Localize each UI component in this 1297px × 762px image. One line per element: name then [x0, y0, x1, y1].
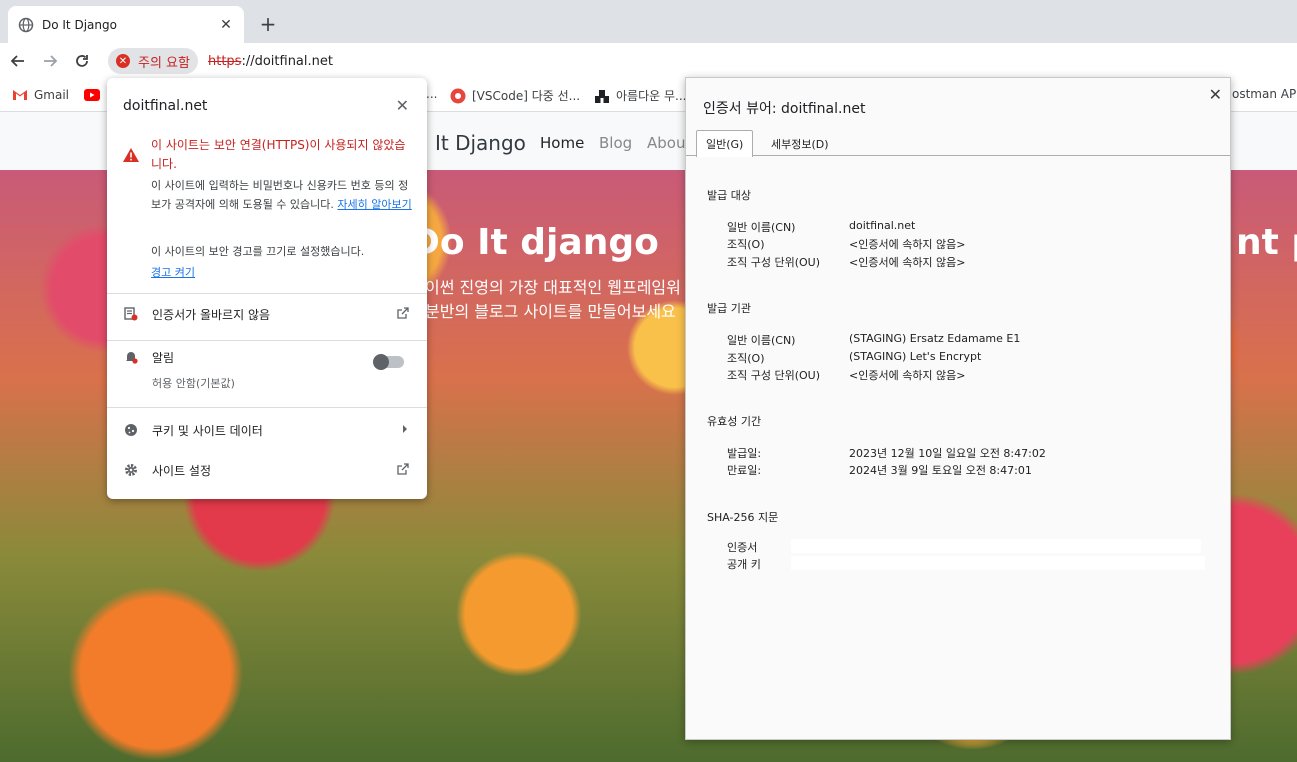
bell-blocked-icon — [123, 349, 139, 365]
issued-to-ou-label: 조직 구성 단위(OU) — [727, 256, 821, 269]
youtube-icon — [84, 87, 100, 103]
nav-home[interactable]: Home — [540, 134, 584, 152]
gmail-icon — [12, 87, 28, 103]
expires-on-label: 만료일: — [727, 464, 762, 477]
nav-about[interactable]: Abou — [647, 134, 685, 152]
certificate-error-icon — [123, 306, 139, 322]
divider — [107, 407, 427, 408]
issued-on-label: 발급일: — [727, 447, 762, 460]
issued-to-ou-value: <인증서에 속하지 않음> — [849, 256, 966, 269]
bookmark-beautiful[interactable]: 아름다운 무... — [594, 87, 686, 104]
certificate-invalid-row[interactable]: 인증서가 올바르지 않음 — [107, 294, 427, 334]
learn-more-link[interactable]: 자세히 알아보기 — [337, 198, 411, 211]
bookmark-vscode[interactable]: [VSCode] 다중 선... — [450, 87, 580, 104]
browser-toolbar: ✕ 주의 요함 https://doitfinal.net — [0, 43, 1297, 78]
hero-subtitle-1: 이썬 진영의 가장 대표적인 웹프레임워 — [425, 278, 681, 297]
issued-to-cn-value: doitfinal.net — [849, 219, 916, 232]
issued-by-title: 발급 기관 — [707, 302, 751, 315]
toggle-knob — [373, 354, 389, 370]
enable-warnings-link[interactable]: 경고 켜기 — [151, 264, 195, 280]
validity-title: 유효성 기간 — [707, 415, 762, 428]
site-brand[interactable]: It Django — [435, 131, 526, 155]
tab-general[interactable]: 일반(G) — [696, 130, 754, 157]
issued-by-cn-label: 일반 이름(CN) — [727, 334, 796, 347]
issued-by-ou-value: <인증서에 속하지 않음> — [849, 369, 966, 382]
cookies-row[interactable]: 쿠키 및 사이트 데이터 — [107, 410, 427, 450]
security-warning-body: 이 사이트에 입력하는 비밀번호나 신용카드 번호 등의 정보가 공격자에 의해… — [151, 179, 412, 211]
globe-icon — [18, 17, 34, 33]
issued-to-cn-label: 일반 이름(CN) — [727, 221, 796, 234]
gear-icon — [123, 462, 139, 478]
reload-icon — [76, 54, 88, 67]
tab-strip: Do It Django ✕ + — [0, 0, 1297, 43]
fingerprint-pubkey-label: 공개 키 — [727, 558, 761, 571]
bookmark-gmail[interactable]: Gmail — [12, 87, 69, 103]
url-host: ://doitfinal.net — [241, 53, 333, 69]
nav-blog[interactable]: Blog — [599, 134, 632, 152]
tab-details[interactable]: 세부정보(D) — [762, 131, 838, 157]
issued-by-o-label: 조직(O) — [727, 352, 765, 365]
site-info-popup: doitfinal.net ✕ 이 사이트는 보안 연결(HTTPS)이 사용되… — [107, 78, 427, 499]
hero-subtitle-2: 분반의 블로그 사이트를 만들어보세요 — [425, 302, 676, 321]
fingerprint-cert-value — [791, 539, 1201, 553]
expires-on-value: 2024년 3월 9일 토요일 오전 8:47:01 — [849, 464, 1032, 477]
reload-button[interactable] — [68, 47, 96, 75]
site-info-close-icon[interactable]: ✕ — [396, 96, 409, 115]
forward-button[interactable] — [36, 47, 64, 75]
fingerprint-cert-label: 인증서 — [727, 541, 758, 554]
security-chip[interactable]: ✕ 주의 요함 — [108, 48, 198, 74]
vscode-bookmark-icon — [450, 88, 466, 104]
certificate-viewer-dialog: 인증서 뷰어: doitfinal.net ✕ 일반(G) 세부정보(D) 발급… — [685, 77, 1231, 740]
certificate-viewer-title: 인증서 뷰어: doitfinal.net — [703, 101, 866, 117]
bookmark-truncated[interactable]: ... — [426, 87, 437, 101]
notifications-toggle[interactable] — [373, 354, 404, 370]
tab-close-icon[interactable]: ✕ — [218, 17, 234, 33]
hero-right-heading: nt po — [1236, 222, 1297, 263]
divider — [107, 340, 427, 341]
site-info-domain: doitfinal.net — [123, 98, 208, 114]
browser-tab[interactable]: Do It Django ✕ — [8, 6, 244, 43]
issued-to-o-value: <인증서에 속하지 않음> — [849, 238, 966, 251]
issued-by-cn-value: (STAGING) Ersatz Edamame E1 — [849, 332, 1021, 345]
cookies-label: 쿠키 및 사이트 데이터 — [152, 423, 263, 438]
issued-on-value: 2023년 12월 10일 일요일 오전 8:47:02 — [849, 447, 1046, 460]
address-bar[interactable]: ✕ 주의 요함 https://doitfinal.net — [108, 47, 1289, 75]
issued-by-ou-label: 조직 구성 단위(OU) — [727, 369, 821, 382]
hero-title: Do It django — [410, 222, 659, 263]
issued-to-title: 발급 대상 — [707, 189, 751, 202]
site-settings-row[interactable]: 사이트 설정 — [107, 450, 427, 490]
url-text[interactable]: https://doitfinal.net — [208, 54, 333, 69]
external-link-icon — [397, 306, 409, 322]
bookmark-icon — [594, 88, 610, 104]
issued-to-o-label: 조직(O) — [727, 238, 765, 251]
certificate-close-icon[interactable]: ✕ — [1209, 85, 1222, 104]
forward-arrow-icon — [44, 54, 58, 67]
back-button[interactable] — [4, 47, 32, 75]
url-scheme: https — [207, 53, 242, 69]
new-tab-button[interactable]: + — [256, 12, 280, 36]
chevron-right-icon — [401, 423, 409, 437]
fingerprint-pubkey-value — [791, 556, 1205, 570]
certificate-row-label: 인증서가 올바르지 않음 — [152, 307, 271, 322]
tab-title: Do It Django — [42, 17, 117, 32]
external-link-icon — [397, 462, 409, 478]
bookmark-youtube[interactable] — [84, 87, 106, 103]
not-secure-icon: ✕ — [116, 54, 130, 68]
security-warning-title: 이 사이트는 보안 연결(HTTPS)이 사용되지 않았습니다. — [151, 138, 406, 171]
issued-by-o-value: (STAGING) Let's Encrypt — [849, 350, 982, 363]
warning-triangle-icon — [123, 148, 139, 162]
bookmark-postman[interactable]: ostman API P — [1232, 87, 1297, 101]
fingerprint-title: SHA-256 지문 — [707, 511, 779, 524]
certificate-tabs: 일반(G) 세부정보(D) — [686, 129, 1230, 157]
notifications-status: 허용 안함(기본값) — [152, 377, 235, 390]
warnings-disabled-notice: 이 사이트의 보안 경고를 끄기로 설정했습니다. — [151, 245, 365, 258]
back-arrow-icon — [10, 54, 24, 67]
site-settings-label: 사이트 설정 — [152, 463, 212, 478]
cookie-icon — [123, 422, 139, 438]
security-chip-label: 주의 요함 — [138, 55, 190, 71]
